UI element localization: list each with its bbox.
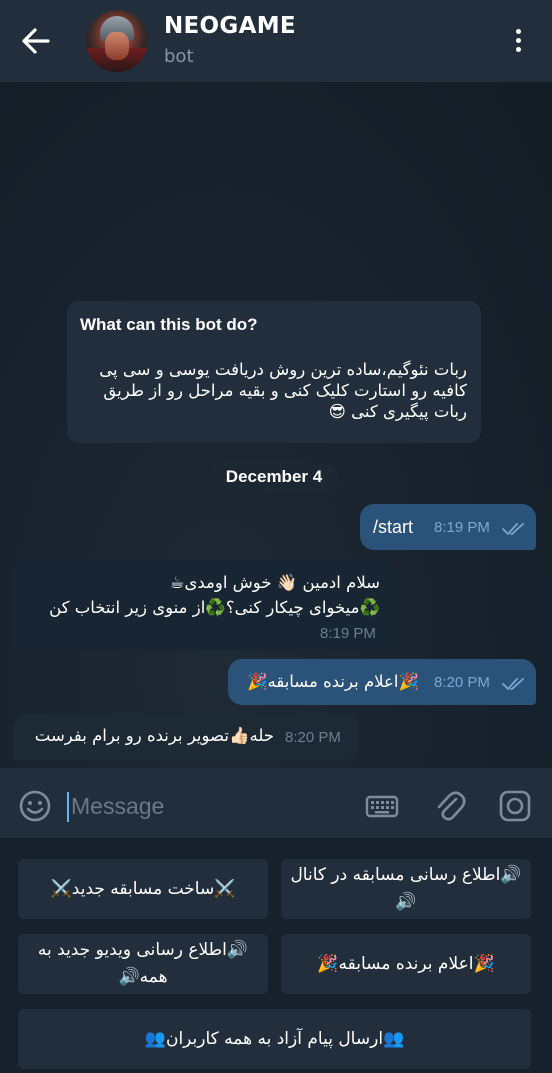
- chat-header: NEOGAME bot: [0, 0, 552, 82]
- message-time: 8:20 PM: [285, 729, 341, 746]
- message-input[interactable]: [71, 790, 331, 822]
- message-time: 8:19 PM: [434, 519, 490, 536]
- message-time: 8:20 PM: [434, 674, 490, 691]
- arrow-left-icon: [22, 28, 50, 54]
- message-incoming[interactable]: سلام ادمین 👋🏻 خوش اومدی☕ ♻️میخوای چیکار …: [13, 560, 393, 650]
- bot-intro-card: What can this bot do? ربات نئوگیم،ساده ت…: [67, 301, 481, 443]
- text-cursor: [67, 792, 69, 822]
- double-check-icon: [502, 678, 524, 691]
- message-composer: [0, 768, 552, 838]
- keyboard-button[interactable]: 👥ارسال پیام آزاد به همه کاربران👥: [18, 1009, 531, 1069]
- bot-reply-keyboard: 🔊اطلاع رسانی مسابقه در کانال🔊 ⚔️ساخت مسا…: [0, 838, 552, 1073]
- message-text: 🎉اعلام برنده مسابقه🎉: [246, 672, 419, 691]
- emoji-icon[interactable]: [17, 788, 53, 824]
- back-button[interactable]: [18, 26, 54, 56]
- message-text-line: سلام ادمین 👋🏻 خوش اومدی☕: [169, 573, 380, 592]
- intro-title: What can this bot do?: [80, 315, 258, 334]
- bot-keyboard-icon[interactable]: [364, 788, 400, 824]
- keyboard-button[interactable]: 🎉اعلام برنده مسابقه🎉: [281, 934, 531, 994]
- message-outgoing[interactable]: /start 8:19 PM: [360, 504, 536, 550]
- keyboard-button[interactable]: 🔊اطلاع رسانی مسابقه در کانال🔊: [281, 859, 531, 919]
- chat-title[interactable]: NEOGAME: [164, 13, 296, 39]
- intro-text: ربات نئوگیم،ساده ترین روش دریافت یوسی و …: [99, 360, 467, 421]
- double-check-icon: [502, 523, 524, 536]
- camera-icon[interactable]: [497, 788, 533, 824]
- message-text: حله👍🏻تصویر برنده رو برام بفرست: [34, 726, 274, 745]
- message-text-line: ♻️میخوای چیکار کنی؟♻️از منوی زیر انتخاب …: [49, 598, 380, 617]
- paperclip-icon[interactable]: [431, 788, 467, 824]
- keyboard-button[interactable]: 🔊اطلاع رسانی ویدیو جدید به همه🔊: [18, 934, 268, 994]
- avatar[interactable]: [86, 10, 148, 72]
- chat-subtitle: bot: [164, 46, 194, 67]
- message-time: 8:19 PM: [320, 625, 376, 642]
- message-text: /start: [373, 517, 414, 537]
- message-incoming[interactable]: حله👍🏻تصویر برنده رو برام بفرست 8:20 PM: [13, 714, 358, 760]
- chat-history[interactable]: What can this bot do? ربات نئوگیم،ساده ت…: [0, 82, 552, 768]
- date-separator: December 4: [209, 462, 339, 492]
- kebab-menu-icon[interactable]: [506, 26, 530, 56]
- keyboard-button[interactable]: ⚔️ساخت مسابقه جدید⚔️: [18, 859, 268, 919]
- message-outgoing[interactable]: 🎉اعلام برنده مسابقه🎉 8:20 PM: [228, 659, 536, 705]
